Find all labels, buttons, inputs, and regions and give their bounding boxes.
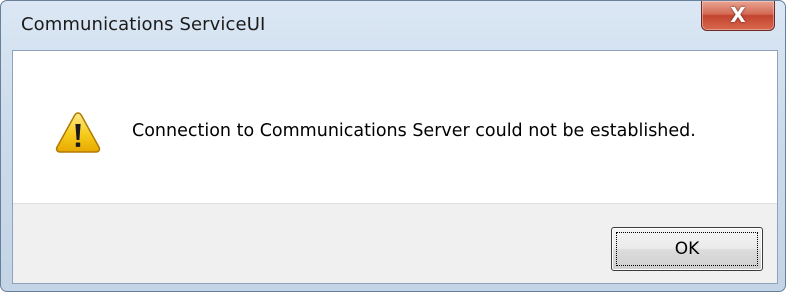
dialog-footer: OK (13, 203, 777, 283)
warning-icon (55, 112, 101, 153)
dialog-client-area: Connection to Communications Server coul… (12, 50, 778, 284)
close-button[interactable]: X (701, 1, 775, 31)
dialog-message: Connection to Communications Server coul… (132, 121, 696, 141)
ok-button[interactable]: OK (611, 227, 763, 271)
dialog-window: Communications ServiceUI X Connection to… (0, 0, 786, 292)
ok-button-label: OK (674, 239, 700, 259)
title-bar[interactable]: Communications ServiceUI X (1, 1, 785, 49)
dialog-content: Connection to Communications Server coul… (13, 51, 777, 203)
window-title: Communications ServiceUI (21, 14, 266, 35)
close-icon: X (730, 3, 746, 27)
